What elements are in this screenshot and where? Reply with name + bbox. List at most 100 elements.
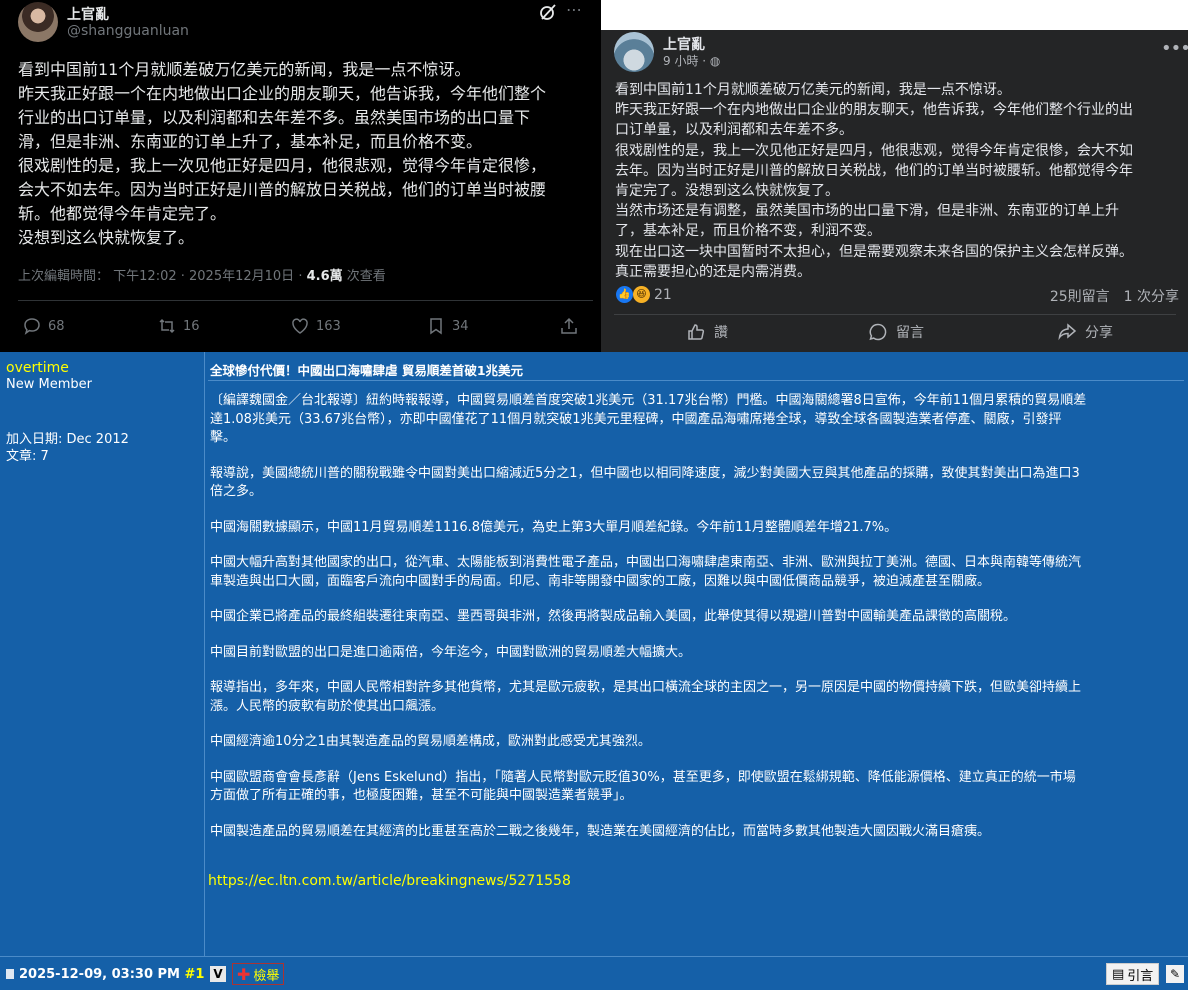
post-line: 昨天我正好跟一个在内地做出口企业的朋友聊天，他告诉我，今年他们整个: [18, 84, 547, 103]
article-line: 倍之多。: [210, 484, 263, 499]
article-line: 中國海關數據顯示，中國11月貿易順差1116.8億美元，為史上第3大單月順差紀錄…: [210, 519, 898, 535]
grok-icon[interactable]: [538, 2, 558, 22]
more-options-icon[interactable]: ⋯: [566, 0, 582, 19]
post-title: 全球慘付代價！中國出口海嘯肆虐 貿易順差首破1兆美元: [210, 363, 524, 378]
article-line: 中國大幅升高對其他國家的出口，從汽車、太陽能板到消費性電子產品，中國出口海嘯肆虐…: [210, 555, 1082, 570]
v-icon[interactable]: V: [210, 966, 226, 982]
haha-reaction-icon: 😆: [633, 286, 650, 303]
edited-label[interactable]: 上次編輯時間：: [18, 269, 109, 284]
post-time-text: 9 小時 ·: [663, 54, 710, 68]
quote-icon: ▤: [1112, 966, 1125, 982]
source-link[interactable]: https://ec.ltn.com.tw/article/breakingne…: [208, 873, 571, 889]
post-line: 看到中国前11个月就顺差破万亿美元的新闻，我是一点不惊讶。: [18, 60, 471, 79]
article-line: 中國製造產品的貿易順差在其經濟的比重甚至高於二戰之後幾年，製造業在美國經濟的佔比…: [210, 823, 991, 839]
user-info-panel: overtime New Member 加入日期: Dec 2012 文章: 7: [0, 352, 205, 956]
divider: [614, 314, 1176, 315]
globe-icon: ◍: [709, 54, 721, 68]
post-line: 了，基本补足，而且价格不变，利润不变。: [615, 223, 881, 240]
post-time[interactable]: 9 小時 · ◍: [663, 52, 720, 69]
post-line: 昨天我正好跟一个在内地做出口企业的朋友聊天，他告诉我，今年他们整个行业的出: [615, 102, 1133, 119]
post-line: 会大不如去年。因为当时正好是川普的解放日关税战，他们的订单当时被腰: [18, 180, 547, 199]
edit-icon[interactable]: ✎: [1166, 965, 1184, 983]
post-line: 没想到这么快就恢复了。: [18, 228, 195, 247]
comment-icon: [869, 323, 887, 341]
article-line: 擊。: [210, 430, 237, 445]
like-label: 讚: [714, 325, 728, 341]
bookmark-count: 34: [452, 318, 469, 334]
avatar[interactable]: [614, 32, 654, 72]
quote-button[interactable]: ▤ 引言: [1106, 963, 1160, 985]
repost-button[interactable]: 16: [157, 316, 200, 336]
like-button[interactable]: 讚: [686, 322, 728, 342]
post-line: 肯定完了。没想到这么快就恢复了。: [615, 183, 839, 200]
bookmark-icon: [430, 318, 442, 335]
post-line: 斩。他都觉得今年肯定完了。: [18, 204, 227, 223]
post-doc-icon: [6, 969, 14, 979]
views-count: 4.6萬: [306, 269, 343, 284]
article-line: 中國目前對歐盟的出口是進口逾兩倍，今年迄今，中國對歐洲的貿易順差大幅擴大。: [210, 644, 692, 660]
article-line: 〔編譯魏國金／台北報導〕紐約時報報導，中國貿易順差首度突破1兆美元（31.17兆…: [210, 393, 1087, 408]
post-body: 看到中国前11个月就顺差破万亿美元的新闻，我是一点不惊讶。 昨天我正好跟一个在内…: [18, 58, 593, 250]
like-count: 163: [316, 318, 341, 334]
post-date-text: 2025-12-09, 03:30 PM: [19, 967, 185, 982]
x-post-card: 上官亂 @shangguanluan ⋯ 看到中国前11个月就顺差破万亿美元的新…: [0, 0, 601, 352]
post-line: 滑，但是非洲、东南亚的订单上升了，基本补足，而且价格不变。: [18, 132, 483, 151]
comment-share-stats[interactable]: 25則留言 1 次分享: [1050, 286, 1179, 306]
bookmark-button[interactable]: 34: [426, 316, 469, 336]
views-label: 次查看: [342, 269, 386, 284]
share-icon: [561, 317, 577, 334]
author-handle[interactable]: @shangguanluan: [67, 23, 189, 39]
post-line: 行业的出口订单量，以及利润都和去年差不多。虽然美国市场的出口量下: [18, 108, 531, 127]
post-line: 口订单量，以及利润都和去年差不多。: [615, 122, 853, 139]
post-body: 〔編譯魏國金／台北報導〕紐約時報報導，中國貿易順差首度突破1兆美元（31.17兆…: [210, 392, 1182, 841]
post-content: 全球慘付代價！中國出口海嘯肆虐 貿易順差首破1兆美元 〔編譯魏國金／台北報導〕紐…: [206, 352, 1188, 956]
comment-button[interactable]: 留言: [868, 322, 924, 342]
avatar[interactable]: [18, 2, 58, 42]
user-rank: New Member: [6, 377, 92, 392]
post-date: 2025-12-09, 03:30 PM #1: [6, 967, 204, 982]
article-line: 報導說，美國總統川普的關稅戰雖令中國對美出口縮減近5分之1，但中國也以相同降速度…: [210, 465, 1080, 481]
post-meta: 上次編輯時間： 下午12:02 · 2025年12月10日 · 4.6萬 次查看: [18, 265, 386, 284]
like-button[interactable]: 163: [290, 316, 341, 336]
username-link[interactable]: overtime: [6, 360, 69, 376]
post-line: 现在出口这一块中国暂时不太担心，但是需要观察未来各国的保护主义会怎样反弹。: [615, 243, 1133, 260]
author-name[interactable]: 上官亂: [663, 34, 705, 54]
facebook-post-card: 上官亂 9 小時 · ◍ ••• 看到中国前11个月就顺差破万亿美元的新闻，我是…: [601, 30, 1188, 352]
reply-icon: [24, 318, 40, 335]
reaction-count: 21: [654, 286, 672, 303]
red-cross-icon: ✚: [237, 964, 251, 984]
repost-icon: [159, 318, 175, 334]
post-body: 看到中国前11个月就顺差破万亿美元的新闻，我是一点不惊讶。 昨天我正好跟一个在内…: [615, 80, 1185, 282]
author-name[interactable]: 上官亂: [67, 4, 109, 24]
article-line: 中國企業已將產品的最終組裝遷往東南亞、墨西哥與非洲，然後再將製成品輸入美國，此舉…: [210, 609, 1017, 624]
reactions-summary[interactable]: 👍 😆 21: [616, 286, 672, 303]
report-button[interactable]: ✚ 檢舉: [232, 963, 285, 985]
more-options-icon[interactable]: •••: [1161, 38, 1188, 59]
post-line: 很戏剧性的是，我上一次见他正好是四月，他很悲观，觉得今年肯定很惨，: [18, 156, 547, 175]
share-button[interactable]: [559, 316, 579, 336]
repost-count: 16: [183, 318, 200, 334]
like-reaction-icon: 👍: [616, 286, 633, 303]
article-line: 方面做了所有正確的事，也極度困難，甚至不可能與中國製造業者競爭」。: [210, 788, 633, 803]
article-line: 中國歐盟商會會長彥辭（Jens Eskelund）指出，「隨著人民幣對歐元貶值3…: [210, 769, 1076, 785]
report-label: 檢舉: [253, 968, 280, 984]
divider: [18, 300, 593, 301]
post-line: 很戏剧性的是，我上一次见他正好是四月，他很悲观，觉得今年肯定很惨，会大不如: [615, 142, 1133, 159]
post-number-link[interactable]: #1: [185, 967, 205, 982]
divider: [208, 380, 1184, 381]
article-line: 漲。人民幣的疲軟有助於使其出口飆漲。: [210, 698, 445, 714]
article-line: 報導指出，多年來，中國人民幣相對許多其他貨幣，尤其是歐元疲軟，是其出口橫流全球的…: [210, 680, 1082, 695]
post-line: 当然市场还是有调整，虽然美国市场的出口量下滑，但是非洲、东南亚的订单上升: [615, 203, 1119, 220]
article-line: 中國經濟逾10分之1由其製造產品的貿易順差構成，歐洲對此感受尤其強烈。: [210, 734, 651, 749]
post-line: 看到中国前11个月就顺差破万亿美元的新闻，我是一点不惊讶。: [615, 82, 1011, 98]
heart-icon: [292, 318, 308, 334]
share-label: 分享: [1085, 325, 1113, 341]
share-button[interactable]: 分享: [1057, 322, 1113, 342]
thumbs-up-icon: [688, 324, 705, 340]
post-timestamp[interactable]: 下午12:02 · 2025年12月10日 ·: [113, 269, 306, 284]
quote-label: 引言: [1127, 968, 1154, 984]
reply-button[interactable]: 68: [22, 316, 65, 336]
